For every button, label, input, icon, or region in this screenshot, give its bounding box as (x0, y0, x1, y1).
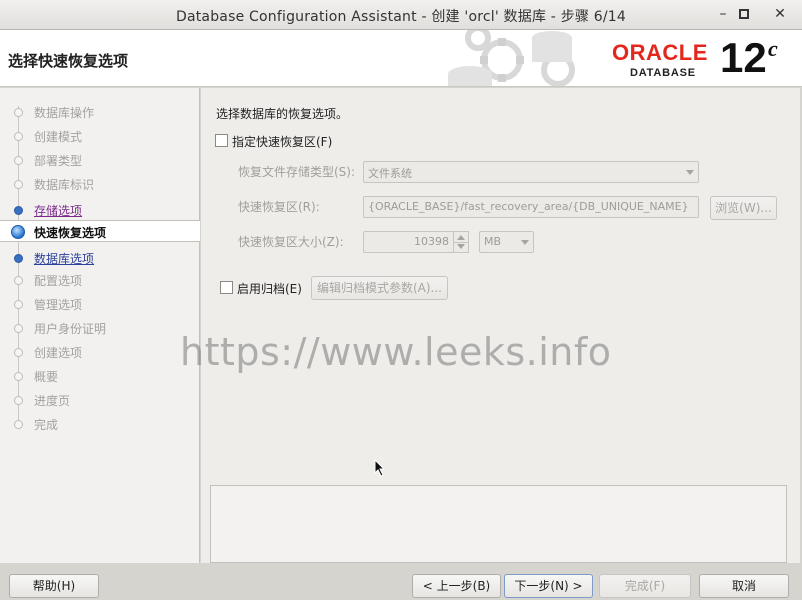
sidebar-step-progress-page: 进度页 (0, 389, 199, 411)
window-titlebar: Database Configuration Assistant - 创建 'o… (0, 0, 802, 30)
sidebar-step-finish: 完成 (0, 413, 199, 435)
sidebar-step-management-options: 管理选项 (0, 293, 199, 315)
sidebar-step-creation-mode: 创建模式 (0, 125, 199, 147)
step-dot-icon (14, 108, 23, 117)
message-panel (210, 485, 787, 563)
storage-type-label: 恢复文件存储类型(S): (238, 165, 356, 179)
current-step-icon (11, 225, 25, 239)
archive-checkbox-label[interactable]: 启用归档(E) (237, 280, 302, 297)
fra-unit-value: MB (484, 235, 502, 248)
sidebar-step-database-options[interactable]: 数据库选项 (0, 247, 199, 269)
stepper-divider (454, 242, 468, 243)
sidebar-step-creation-options: 创建选项 (0, 341, 199, 363)
step-dot-icon (14, 276, 23, 285)
cancel-button[interactable]: 取消 (699, 574, 789, 598)
step-dot-icon (14, 206, 23, 215)
sidebar-step-fast-recovery-option[interactable]: 快速恢复选项 (0, 220, 200, 242)
sidebar-step-label: 进度页 (34, 394, 71, 408)
minimize-icon[interactable]: – (712, 4, 734, 24)
browse-button[interactable]: 浏览(W)... (710, 196, 777, 220)
archive-checkbox-row[interactable]: 启用归档(E) (220, 279, 310, 297)
step-dot-icon (14, 254, 23, 263)
main-content: 选择数据库的恢复选项。 指定快速恢复区(F) 恢复文件存储类型(S): 文件系统… (201, 88, 800, 563)
close-icon[interactable]: ✕ (769, 4, 791, 24)
steps-sidebar: 数据库操作 创建模式 部署类型 数据库标识 存储选项 快速恢复选项 数据库选项 … (0, 88, 200, 563)
gears-decoration-icon (448, 30, 575, 86)
oracle-version-suffix: c (768, 36, 778, 61)
sidebar-step-label: 数据库标识 (34, 178, 95, 192)
step-dot-icon (14, 420, 23, 429)
fra-size-stepper[interactable] (453, 231, 469, 253)
chevron-up-icon[interactable] (457, 235, 465, 240)
storage-type-value: 文件系统 (368, 167, 412, 180)
fra-location-label: 快速恢复区(R): (238, 200, 320, 214)
sidebar-step-label: 概要 (34, 370, 59, 384)
step-dot-icon (14, 180, 23, 189)
archive-checkbox[interactable] (220, 281, 233, 294)
fra-checkbox-row[interactable]: 指定快速恢复区(F) (215, 132, 355, 150)
oracle-brand-sub: DATABASE (630, 67, 696, 79)
sidebar-step-user-credentials: 用户身份证明 (0, 317, 199, 339)
step-dot-icon (14, 156, 23, 165)
sidebar-step-database-operation: 数据库操作 (0, 101, 199, 123)
page-title: 选择快速恢复选项 (8, 52, 129, 70)
chevron-down-icon[interactable] (457, 244, 465, 249)
fra-checkbox-label[interactable]: 指定快速恢复区(F) (232, 133, 332, 150)
sidebar-step-label: 管理选项 (34, 298, 83, 312)
window-title: Database Configuration Assistant - 创建 'o… (175, 9, 626, 25)
step-dot-icon (14, 348, 23, 357)
sidebar-step-summary: 概要 (0, 365, 199, 387)
finish-button[interactable]: 完成(F) (599, 574, 691, 598)
sidebar-step-label: 快速恢复选项 (34, 226, 107, 240)
sidebar-step-deployment-type: 部署类型 (0, 149, 199, 171)
step-dot-icon (14, 396, 23, 405)
step-dot-icon (14, 372, 23, 381)
step-dot-icon (14, 300, 23, 309)
fra-unit-select[interactable]: MB (479, 231, 534, 253)
sidebar-step-label: 创建模式 (34, 130, 83, 144)
next-button[interactable]: 下一步(N) > (504, 574, 593, 598)
sidebar-step-database-identification: 数据库标识 (0, 173, 199, 195)
sidebar-step-label: 用户身份证明 (34, 322, 107, 336)
edit-archive-params-button[interactable]: 编辑归档模式参数(A)... (311, 276, 448, 300)
back-button[interactable]: < 上一步(B) (412, 574, 501, 598)
step-dot-icon (14, 324, 23, 333)
storage-type-select[interactable]: 文件系统 (363, 161, 699, 183)
sidebar-step-label: 数据库操作 (34, 106, 95, 120)
oracle-logo: ORACLE DATABASE 12 c (612, 34, 798, 82)
oracle-version: 12 (720, 34, 767, 81)
sidebar-step-label[interactable]: 数据库选项 (34, 250, 94, 267)
watermark-text: https://www.leeks.info (180, 330, 612, 374)
maximize-icon[interactable] (733, 4, 755, 24)
oracle-brand-name: ORACLE (612, 40, 708, 65)
sidebar-step-label[interactable]: 存储选项 (34, 202, 82, 219)
sidebar-step-label: 创建选项 (34, 346, 83, 360)
sidebar-step-label: 部署类型 (34, 154, 83, 168)
mouse-pointer-icon (374, 459, 386, 477)
chevron-down-icon (521, 240, 529, 245)
sidebar-step-label: 完成 (34, 418, 59, 432)
sidebar-step-configuration-options: 配置选项 (0, 269, 199, 291)
step-dot-icon (14, 132, 23, 141)
fra-checkbox[interactable] (215, 134, 228, 147)
help-button[interactable]: 帮助(H) (9, 574, 99, 598)
sidebar-step-storage-option[interactable]: 存储选项 (0, 199, 199, 221)
footer-bar: 帮助(H) < 上一步(B) 下一步(N) > 完成(F) 取消 (0, 563, 802, 600)
fra-location-input[interactable]: {ORACLE_BASE}/fast_recovery_area/{DB_UNI… (363, 196, 699, 218)
sidebar-step-label: 配置选项 (34, 274, 83, 288)
fra-size-input[interactable]: 10398 (363, 231, 454, 253)
chevron-down-icon (686, 170, 694, 175)
intro-text: 选择数据库的恢复选项。 (216, 107, 349, 121)
page-header: 选择快速恢复选项 ORACLE DATABASE 12 c (0, 30, 802, 87)
fra-size-label: 快速恢复区大小(Z): (238, 235, 344, 249)
